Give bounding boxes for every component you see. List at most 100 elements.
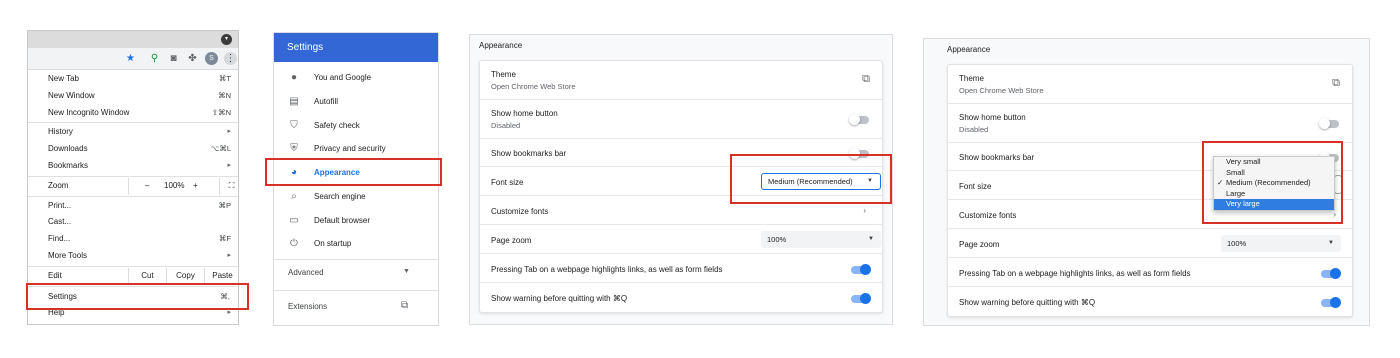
menu-item-cast[interactable]: Cast... <box>28 214 238 231</box>
tab-highlight-toggle[interactable] <box>851 264 871 275</box>
home-button-toggle[interactable] <box>849 114 869 125</box>
window-titlebar: ▾ <box>28 31 238 48</box>
edit-label: Edit <box>48 270 62 280</box>
menu-item-new-window[interactable]: New Window ⌘N <box>28 88 238 105</box>
bookmarks-bar-row: Show bookmarks bar <box>480 138 882 166</box>
font-size-option-medium[interactable]: ✓ Medium (Recommended) <box>1214 178 1334 189</box>
font-size-option-large[interactable]: Large <box>1214 189 1334 200</box>
checkmark-icon: ✓ <box>1217 178 1224 188</box>
quit-warning-row: Show warning before quitting with ⌘Q <box>480 282 882 313</box>
customize-fonts-row[interactable]: Customize fonts › <box>480 195 882 224</box>
sidebar-item-search-engine[interactable]: ⌕ Search engine <box>274 186 438 208</box>
font-size-select[interactable] <box>1334 175 1342 194</box>
avatar-icon[interactable]: S <box>205 52 218 65</box>
menu-item-print[interactable]: Print... ⌘P <box>28 198 238 215</box>
theme-row[interactable]: Theme Open Chrome Web Store ⧉ <box>948 65 1352 103</box>
font-size-option-very-small[interactable]: Very small <box>1214 157 1334 168</box>
kebab-menu-icon[interactable]: ⋮ <box>224 52 237 65</box>
font-size-select[interactable]: Medium (Recommended) ▼ <box>761 173 881 190</box>
font-size-option-small[interactable]: Small <box>1214 168 1334 179</box>
clipboard-icon: ▤ <box>289 96 299 107</box>
tab-highlight-row: Pressing Tab on a webpage highlights lin… <box>480 253 882 282</box>
extension-pin-icon[interactable]: ⚲ <box>148 52 161 65</box>
sidebar-advanced[interactable]: Advanced <box>288 268 324 277</box>
menu-edit-row: Edit Cut Copy Paste <box>28 267 238 285</box>
chevron-right-icon: ▸ <box>227 309 231 317</box>
sidebar-item-on-startup[interactable]: ⏻ On startup <box>274 233 438 255</box>
sidebar-item-you-and-google[interactable]: ● You and Google <box>274 67 438 89</box>
chevron-right-icon: ▸ <box>227 161 231 169</box>
person-icon: ● <box>290 72 298 83</box>
chevron-down-icon: ▼ <box>868 236 874 242</box>
zoom-level: 100% <box>164 180 185 190</box>
zoom-out-button[interactable]: – <box>145 178 149 195</box>
menu-item-find[interactable]: Find... ⌘F <box>28 231 238 248</box>
page-zoom-select[interactable]: 100% ▼ <box>761 231 881 248</box>
font-size-row: Font size Medium (Recommended) ▼ <box>480 166 882 195</box>
zoom-in-button[interactable]: + <box>193 178 198 195</box>
palette-icon: ◕ <box>290 167 298 178</box>
cut-button[interactable]: Cut <box>128 267 166 285</box>
menu-item-help[interactable]: Help ▸ <box>28 305 238 322</box>
menu-divider <box>28 285 238 287</box>
paste-button[interactable]: Paste <box>204 267 238 285</box>
quit-warning-toggle[interactable] <box>851 293 871 304</box>
page-zoom-row: Page zoom 100% ▼ <box>480 224 882 253</box>
chevron-down-icon: ▼ <box>1328 240 1334 246</box>
browser-icon: ▭ <box>289 215 299 226</box>
sidebar-item-privacy-and-security[interactable]: ⛨ Privacy and security <box>274 138 438 160</box>
menu-divider <box>28 175 238 177</box>
chevron-right-icon: › <box>1333 210 1336 219</box>
font-size-option-very-large[interactable]: Very large <box>1214 199 1334 210</box>
home-button-toggle[interactable] <box>1319 118 1339 129</box>
menu-item-new-incognito-window[interactable]: New Incognito Window ⇧⌘N <box>28 105 238 122</box>
open-in-new-icon[interactable]: ⧉ <box>862 73 870 86</box>
sidebar-divider <box>274 290 438 291</box>
menu-item-bookmarks[interactable]: Bookmarks ▸ <box>28 158 238 175</box>
theme-row[interactable]: Theme Open Chrome Web Store ⧉ <box>480 61 882 99</box>
fullscreen-icon[interactable]: ⛶ <box>219 177 238 195</box>
shield-check-icon: ⛉ <box>290 120 298 131</box>
page-zoom-select[interactable]: 100% ▼ <box>1221 235 1341 252</box>
shield-icon: ⛨ <box>290 143 298 154</box>
home-button-row: Show home button Disabled <box>480 99 882 138</box>
menu-divider <box>28 122 238 124</box>
titlebar-dropdown-icon[interactable]: ▾ <box>221 34 232 45</box>
menu-item-new-tab[interactable]: New Tab ⌘T <box>28 71 238 88</box>
open-in-new-icon[interactable]: ⧉ <box>401 300 408 311</box>
sidebar-item-safety-check[interactable]: ⛉ Safety check <box>274 115 438 137</box>
camera-icon[interactable]: ◙ <box>167 52 180 65</box>
bookmarks-bar-toggle[interactable] <box>849 148 869 159</box>
sidebar-item-default-browser[interactable]: ▭ Default browser <box>274 210 438 232</box>
menu-item-more-tools[interactable]: More Tools ▸ <box>28 248 238 265</box>
search-icon: ⌕ <box>291 191 297 202</box>
browser-toolbar: ★ ⚲ ◙ ✤ S ⋮ <box>28 48 238 70</box>
menu-divider <box>28 265 238 267</box>
chevron-right-icon: › <box>863 206 866 215</box>
star-icon[interactable]: ★ <box>124 52 137 65</box>
sidebar-divider <box>274 259 438 260</box>
chevron-down-icon: ▼ <box>867 178 873 184</box>
copy-button[interactable]: Copy <box>166 267 204 285</box>
quit-warning-row: Show warning before quitting with ⌘Q <box>948 286 1352 317</box>
chevron-right-icon: ▸ <box>227 251 231 259</box>
settings-header: Settings <box>274 33 438 62</box>
sidebar-extensions[interactable]: Extensions <box>288 302 327 311</box>
power-icon: ⏻ <box>290 238 298 249</box>
sidebar-item-autofill[interactable]: ▤ Autofill <box>274 91 438 113</box>
open-in-new-icon[interactable]: ⧉ <box>1332 77 1340 90</box>
puzzle-icon[interactable]: ✤ <box>186 52 199 65</box>
quit-warning-toggle[interactable] <box>1321 297 1341 308</box>
section-title: Appearance <box>947 45 991 54</box>
chrome-menu: New Tab ⌘T New Window ⌘N New Incognito Win… <box>28 71 238 322</box>
sidebar-item-appearance[interactable]: ◕ Appearance <box>274 162 438 184</box>
zoom-controls: – 100% + ⛶ <box>128 177 238 195</box>
tab-highlight-toggle[interactable] <box>1321 268 1341 279</box>
chevron-down-icon[interactable]: ▼ <box>403 268 410 275</box>
font-size-dropdown-list: Very small Small ✓ Medium (Recommended) L… <box>1213 156 1335 211</box>
menu-item-settings[interactable]: Settings ⌘, <box>28 289 238 306</box>
menu-zoom-row: Zoom – 100% + ⛶ <box>28 177 238 195</box>
menu-divider <box>28 195 238 197</box>
menu-item-history[interactable]: History ▸ <box>28 124 238 141</box>
menu-item-downloads[interactable]: Downloads ⌥⌘L <box>28 141 238 158</box>
